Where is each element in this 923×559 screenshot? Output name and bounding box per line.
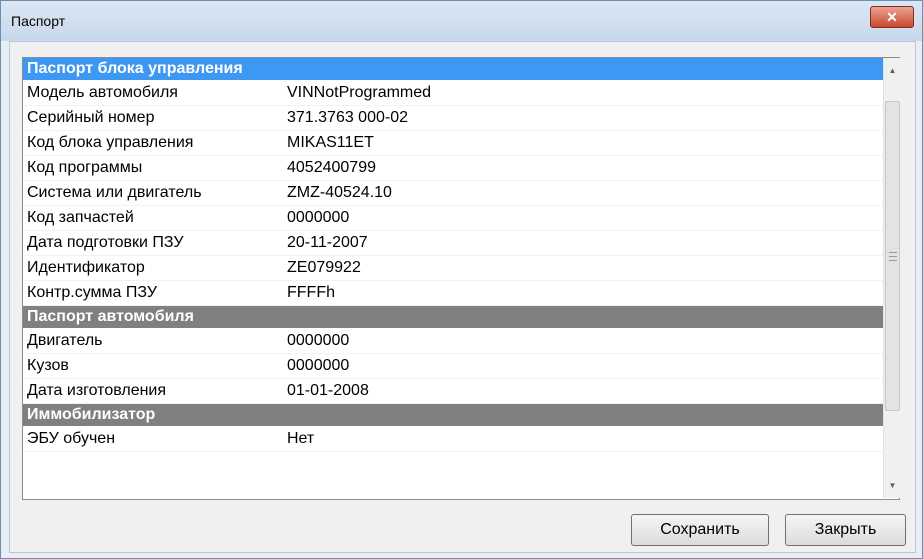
row-label: Кузов xyxy=(27,357,69,374)
row-label: Код программы xyxy=(27,159,143,176)
grid-row[interactable]: Дата изготовления 01-01-2008 xyxy=(23,379,899,404)
grid-row[interactable]: Кузов 0000000 xyxy=(23,354,899,379)
grip-icon xyxy=(889,252,897,261)
row-value: 0000000 xyxy=(287,332,350,349)
window-title: Паспорт xyxy=(11,13,66,29)
row-value: 01-01-2008 xyxy=(287,382,369,399)
row-value: FFFFh xyxy=(287,284,335,301)
section-header-immobilizer[interactable]: Иммобилизатор xyxy=(23,404,899,427)
close-button[interactable]: Закрыть xyxy=(785,514,906,546)
row-label: Дата изготовления xyxy=(27,382,167,399)
row-value: 0000000 xyxy=(287,357,350,374)
row-label: Идентификатор xyxy=(27,259,145,276)
row-value: 371.3763 000-02 xyxy=(287,109,408,126)
title-bar[interactable]: Паспорт ✕ xyxy=(1,1,922,41)
section-header-ecu[interactable]: Паспорт блока управления xyxy=(23,58,899,81)
passport-grid[interactable]: Паспорт блока управления Модель автомоби… xyxy=(22,57,900,500)
row-label: Контр.сумма ПЗУ xyxy=(27,284,158,301)
grid-row[interactable]: Модель автомобиля VINNotProgrammed xyxy=(23,81,899,106)
grid-row[interactable]: Код блока управления MIKAS11ET xyxy=(23,131,899,156)
row-value: 0000000 xyxy=(287,209,350,226)
close-icon: ✕ xyxy=(886,9,898,25)
row-value: 20-11-2007 xyxy=(287,234,368,251)
row-value: VINNotProgrammed xyxy=(287,84,432,101)
row-value: MIKAS11ET xyxy=(287,134,374,151)
grid-row[interactable]: Код программы 4052400799 xyxy=(23,156,899,181)
grid-row[interactable]: Контр.сумма ПЗУ FFFFh xyxy=(23,281,899,306)
row-label: ЭБУ обучен xyxy=(27,430,116,447)
save-button[interactable]: Сохранить xyxy=(631,514,769,546)
grid-row[interactable]: Код запчастей 0000000 xyxy=(23,206,899,231)
section-header-vehicle[interactable]: Паспорт автомобиля xyxy=(23,306,899,329)
grid-row[interactable]: Дата подготовки ПЗУ 20-11-2007 xyxy=(23,231,899,256)
grid-row[interactable]: Двигатель 0000000 xyxy=(23,329,899,354)
row-value: Нет xyxy=(287,430,315,447)
grid-row[interactable]: Система или двигатель ZMZ-40524.10 xyxy=(23,181,899,206)
row-value: ZMZ-40524.10 xyxy=(287,184,392,201)
scrollbar-thumb[interactable] xyxy=(885,101,900,411)
row-label: Код запчастей xyxy=(27,209,134,226)
row-label: Дата подготовки ПЗУ xyxy=(27,234,184,251)
vertical-scrollbar[interactable]: ▲ ▼ xyxy=(883,58,901,498)
row-value: 4052400799 xyxy=(287,159,376,176)
grid-row[interactable]: Серийный номер 371.3763 000-02 xyxy=(23,106,899,131)
grid-content: Паспорт блока управления Модель автомоби… xyxy=(23,58,899,499)
row-label: Модель автомобиля xyxy=(27,84,178,101)
grid-row[interactable]: Идентификатор ZE079922 xyxy=(23,256,899,281)
row-label: Серийный номер xyxy=(27,109,155,126)
grid-row[interactable]: ЭБУ обучен Нет xyxy=(23,427,899,452)
passport-dialog: Паспорт ✕ Паспорт блока управления Модел… xyxy=(0,0,923,559)
row-label: Двигатель xyxy=(27,332,103,349)
row-label: Код блока управления xyxy=(27,134,194,151)
arrow-down-icon[interactable]: ▼ xyxy=(885,477,900,494)
window-close-button[interactable]: ✕ xyxy=(870,6,914,28)
row-label: Система или двигатель xyxy=(27,184,202,201)
dialog-body: Паспорт блока управления Модель автомоби… xyxy=(9,41,916,553)
arrow-up-icon[interactable]: ▲ xyxy=(885,62,900,79)
row-value: ZE079922 xyxy=(287,259,361,276)
